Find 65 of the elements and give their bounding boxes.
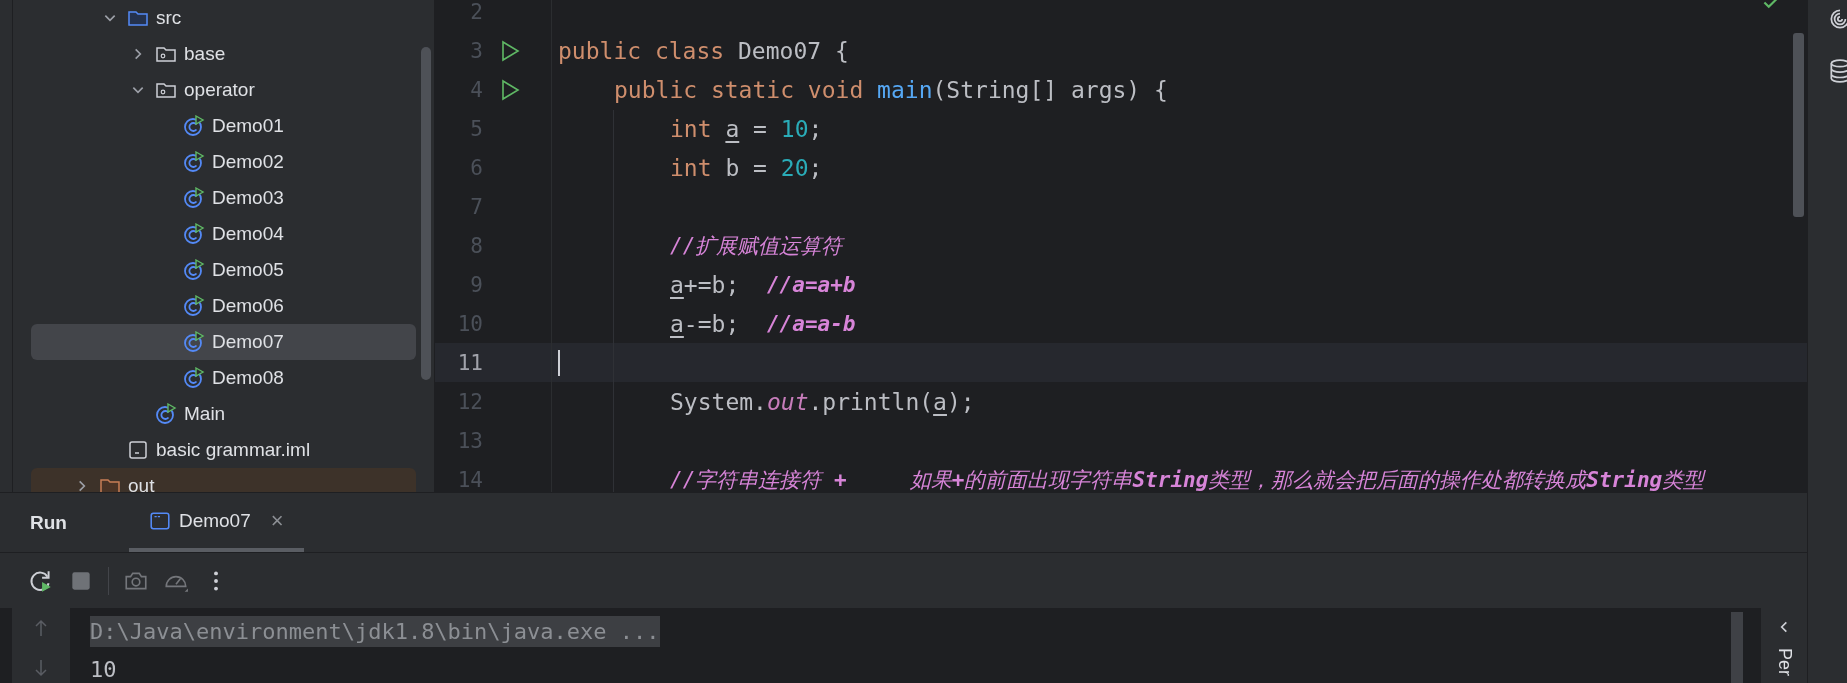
code-text: ); xyxy=(946,388,975,415)
code-text: = xyxy=(752,115,768,142)
class-run-icon xyxy=(183,367,205,389)
class-run-icon xyxy=(183,331,205,353)
code-comment: //扩展赋值运算符 xyxy=(670,232,843,260)
tree-item[interactable]: src xyxy=(31,0,416,36)
scrollbar[interactable] xyxy=(1731,612,1743,683)
class-run-icon xyxy=(183,151,205,173)
code-text: ; xyxy=(808,115,823,142)
code-comment: //字符串连接符 + 如果+的前面出现字符串String类型，那么就会把后面的操作处都转换成String类型 xyxy=(670,466,1705,492)
tree-item[interactable]: Demo08 xyxy=(31,360,416,396)
tree-item[interactable]: Demo04 xyxy=(31,216,416,252)
tree-item[interactable]: Demo03 xyxy=(31,180,416,216)
code-keyword: public static void xyxy=(614,76,865,103)
close-icon[interactable]: × xyxy=(270,507,284,534)
run-icon[interactable] xyxy=(499,39,521,62)
class-run-icon xyxy=(183,295,205,317)
tree-item[interactable]: Demo06 xyxy=(31,288,416,324)
class-run-icon xyxy=(183,223,205,245)
text-caret xyxy=(558,349,560,376)
code-number: 20 xyxy=(780,154,809,181)
code-comment: //a=a-b xyxy=(766,311,856,336)
class-run-icon xyxy=(183,187,205,209)
tree-item[interactable]: Main xyxy=(31,396,416,432)
code-text: .println( xyxy=(808,388,934,415)
tree-item[interactable]: Demo05 xyxy=(31,252,416,288)
code-function: main xyxy=(877,76,933,103)
code-keyword: public class xyxy=(558,37,726,64)
tree-item[interactable]: basic grammar.iml xyxy=(31,432,416,468)
class-run-icon xyxy=(183,259,205,281)
code-text: (String[] args) { xyxy=(932,76,1168,103)
tree-item[interactable]: operator xyxy=(31,72,416,108)
code-text: Demo07 { xyxy=(738,37,849,64)
panel-title: Run xyxy=(30,511,67,534)
tree-item[interactable]: base xyxy=(31,36,416,72)
side-tab[interactable]: Per xyxy=(1773,648,1795,676)
code-text: -=b; xyxy=(683,310,741,337)
code-text: b = xyxy=(725,154,768,181)
tree-item[interactable]: Demo07 xyxy=(31,324,416,360)
code-number: 10 xyxy=(780,115,809,142)
line-number: 11 xyxy=(456,350,483,375)
code-variable: a xyxy=(670,271,684,298)
scrollbar[interactable] xyxy=(421,47,431,380)
class-run-icon xyxy=(183,115,205,137)
tab-label: Demo07 xyxy=(178,509,251,532)
code-text: System. xyxy=(670,388,767,415)
tree-item[interactable]: Demo02 xyxy=(31,144,416,180)
code-keyword: int xyxy=(670,154,713,181)
file-icon xyxy=(127,439,149,461)
run-icon[interactable] xyxy=(499,78,521,101)
tree-item[interactable]: out xyxy=(31,468,416,492)
tree-item[interactable]: Demo01 xyxy=(31,108,416,144)
code-variable: a xyxy=(725,115,740,142)
code-field: out xyxy=(766,388,809,415)
code-variable: a xyxy=(670,310,684,337)
run-tab[interactable]: Demo07 × xyxy=(128,493,304,552)
code-comment: //a=a+b xyxy=(766,272,856,297)
code-text: ; xyxy=(808,154,823,181)
code-text: +=b; xyxy=(683,271,741,298)
console-line: 10 xyxy=(90,656,117,682)
class-run-icon xyxy=(155,403,177,425)
scrollbar[interactable] xyxy=(1793,33,1804,217)
database-icon[interactable] xyxy=(1827,58,1847,84)
code-variable: a xyxy=(933,388,947,415)
code-keyword: int xyxy=(670,115,713,142)
